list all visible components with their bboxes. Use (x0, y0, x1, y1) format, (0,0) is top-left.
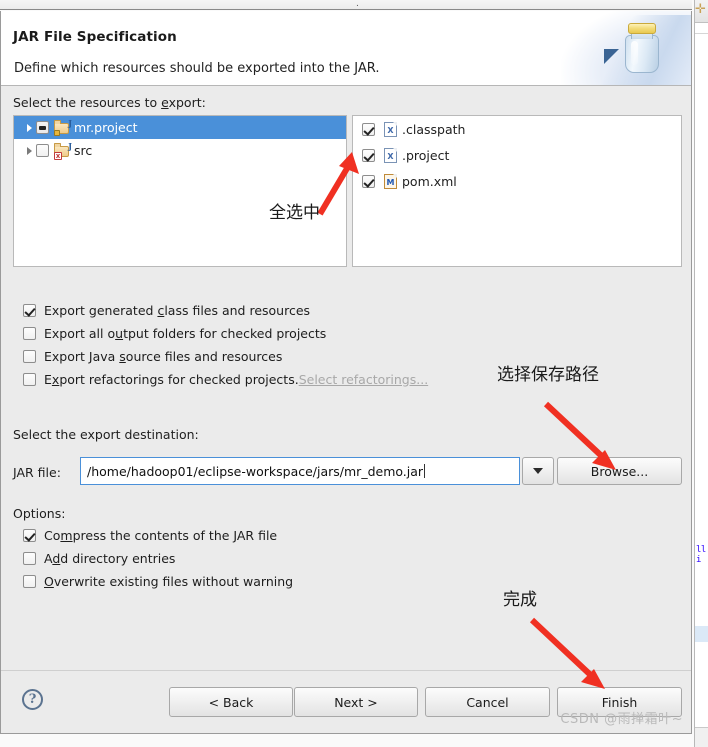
annotation-finish: 完成 (503, 590, 537, 610)
background-editor-divider (695, 33, 708, 34)
background-code-fragment: ll i (696, 545, 706, 565)
resource-file-panel[interactable]: X .classpath X .project M pom.xml (352, 115, 682, 267)
resource-tree-panel[interactable]: J mr.project xJ src (13, 115, 347, 267)
jar-file-history-dropdown[interactable] (522, 457, 554, 485)
option-label: Export refactorings for checked projects… (44, 372, 299, 387)
tree-checkbox-mr-project[interactable] (36, 121, 49, 134)
window-title-text: . (356, 0, 359, 9)
java-project-icon: J (54, 118, 72, 136)
resources-label: Select the resources to export: (13, 95, 206, 110)
banner-arrow-decoration (604, 49, 619, 64)
option-overwrite-existing[interactable]: Overwrite existing files without warning (23, 574, 293, 589)
browse-button[interactable]: Browse... (557, 457, 682, 485)
option-label: Export generated class files and resourc… (44, 303, 311, 318)
checkbox[interactable] (23, 304, 36, 317)
tree-checkbox-src[interactable] (36, 144, 49, 157)
csdn-watermark: CSDN @雨掸霜叶~ (560, 712, 683, 727)
checkbox[interactable] (23, 529, 36, 542)
checkbox[interactable] (23, 373, 36, 386)
page-description: Define which resources should be exporte… (14, 61, 380, 76)
file-list-item[interactable]: X .project (353, 142, 681, 168)
checkbox[interactable] (23, 350, 36, 363)
cancel-button[interactable]: Cancel (425, 687, 550, 717)
option-export-java-source[interactable]: Export Java source files and resources (23, 349, 282, 364)
tree-item-mr-project[interactable]: J mr.project (14, 116, 346, 139)
tree-item-label: mr.project (74, 120, 138, 135)
file-list-item-label: pom.xml (402, 173, 457, 189)
background-highlight-band (695, 626, 708, 642)
banner-artwork (561, 11, 691, 85)
xml-file-icon: X (384, 147, 397, 163)
file-list-item-label: .project (402, 147, 450, 163)
background-editor-area: ✛ ll i (694, 0, 708, 747)
option-label: Compress the contents of the JAR file (44, 528, 278, 543)
screenshot-root: ✛ ll i . JAR File Specification Define w… (0, 0, 708, 747)
file-list-item-label: .classpath (402, 121, 466, 137)
option-compress-contents[interactable]: Compress the contents of the JAR file (23, 528, 277, 543)
dialog-footer: ? < Back Next > Cancel Finish CSDN @雨掸霜叶… (1, 670, 691, 733)
option-export-refactorings[interactable]: Export refactorings for checked projects… (23, 372, 428, 387)
option-export-output-folders[interactable]: Export all output folders for checked pr… (23, 326, 326, 341)
expand-triangle-icon[interactable] (22, 123, 36, 132)
java-source-folder-icon: xJ (54, 141, 72, 160)
chevron-down-icon (533, 468, 543, 474)
file-list-item[interactable]: X .classpath (353, 116, 681, 142)
tree-item-label: src (74, 143, 93, 158)
select-refactorings-link[interactable]: Select refactorings... (299, 372, 428, 387)
annotation-all-selected: 全选中 (269, 203, 320, 223)
new-tab-plus-icon: ✛ (695, 2, 706, 17)
expand-triangle-icon[interactable] (22, 146, 36, 155)
option-label: Add directory entries (44, 551, 176, 566)
file-list-item[interactable]: M pom.xml (353, 168, 681, 194)
option-label: Overwrite existing files without warning (44, 574, 294, 589)
window-titlebar[interactable]: . (0, 0, 692, 10)
next-button[interactable]: Next > (294, 687, 418, 717)
jar-bottle-icon (619, 21, 665, 77)
page-title: JAR File Specification (13, 29, 177, 45)
option-label: Export all output folders for checked pr… (44, 326, 327, 341)
option-add-directory-entries[interactable]: Add directory entries (23, 551, 175, 566)
jar-file-value: /home/hadoop01/eclipse-workspace/jars/mr… (87, 463, 424, 479)
options-label: Options: (13, 506, 66, 521)
file-checkbox-pom[interactable] (362, 174, 375, 188)
maven-file-icon: M (384, 173, 397, 189)
background-status-bar (695, 727, 708, 747)
destination-label: Select the export destination: (13, 427, 199, 442)
dialog-banner: JAR File Specification Define which reso… (1, 11, 691, 86)
jar-file-input[interactable]: /home/hadoop01/eclipse-workspace/jars/mr… (80, 457, 520, 485)
file-checkbox-project[interactable] (362, 148, 375, 162)
background-editor-tabstrip: ✛ (695, 0, 708, 23)
jar-file-field-label: JAR file: (13, 465, 61, 480)
checkbox[interactable] (23, 327, 36, 340)
tree-item-src[interactable]: xJ src (14, 139, 346, 162)
back-button[interactable]: < Back (169, 687, 293, 717)
annotation-choose-save-path: 选择保存路径 (497, 365, 599, 385)
file-checkbox-classpath[interactable] (362, 122, 375, 136)
checkbox[interactable] (23, 575, 36, 588)
option-export-class-files[interactable]: Export generated class files and resourc… (23, 303, 310, 318)
xml-file-icon: X (384, 121, 397, 137)
help-icon[interactable]: ? (22, 689, 43, 710)
option-label: Export Java source files and resources (44, 349, 283, 364)
checkbox[interactable] (23, 552, 36, 565)
